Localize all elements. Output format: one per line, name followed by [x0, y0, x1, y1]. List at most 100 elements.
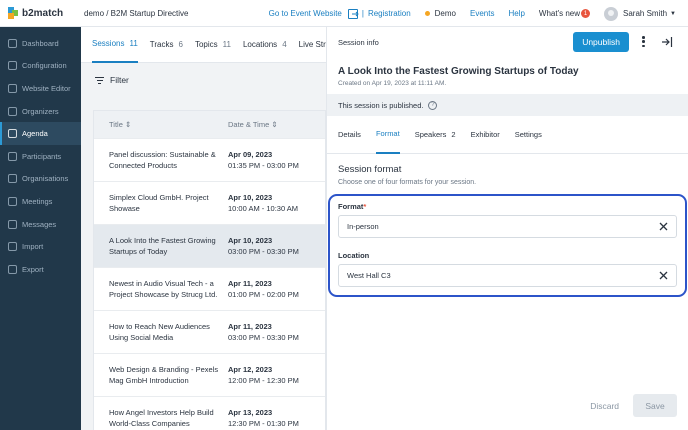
user-name[interactable]: Sarah Smith — [623, 9, 667, 18]
tab-settings[interactable]: Settings — [515, 116, 542, 154]
session-title-cell: Simplex Cloud GmbH. Project Showase — [109, 193, 209, 213]
panel-tabs: Details Format Speakers 2 Exhibitor Settings — [327, 116, 688, 154]
building-icon — [8, 174, 17, 184]
sidebar-item-label: Agenda — [22, 129, 48, 139]
panel-header: Session info Unpublish — [327, 27, 688, 57]
clear-location-icon[interactable] — [658, 270, 669, 281]
event-website-link[interactable]: Go to Event Website — [269, 9, 342, 18]
sort-icon: ⇕ — [124, 120, 132, 129]
sidebar-item-label: Meetings — [22, 196, 53, 206]
breadcrumb[interactable]: demo / B2M Startup Directive — [84, 9, 188, 18]
session-title-cell: How to Reach New Audiences Using Social … — [109, 322, 210, 342]
tab-label: Live Streams — [298, 40, 326, 49]
tab-exhibitor[interactable]: Exhibitor — [471, 116, 500, 154]
session-title-cell: A Look Into the Fastest Growing Startups… — [109, 236, 216, 256]
sidebar-item-label: Organizers — [22, 106, 59, 116]
location-select[interactable]: West Hall C3 — [338, 264, 677, 287]
table-row[interactable]: Panel discussion: Sustainable & Connecte… — [94, 138, 325, 181]
format-value: In-person — [347, 222, 379, 231]
table-row[interactable]: How Angel Investors Help Build World-Cla… — [94, 396, 325, 430]
tab-label: Details — [338, 130, 361, 139]
column-header-date[interactable]: Date & Time ⇕ — [228, 120, 278, 129]
panel-footer: Discard Save — [590, 394, 677, 417]
whats-new-badge: 1 — [581, 9, 591, 18]
save-button[interactable]: Save — [633, 394, 677, 417]
tab-sessions[interactable]: Sessions 11 — [92, 27, 138, 63]
column-header-title[interactable]: Title ⇕ — [94, 120, 228, 129]
session-title-cell: Newest in Audio Visual Tech - a Project … — [109, 279, 218, 299]
tab-label: Sessions — [92, 39, 125, 48]
format-label: Format* — [338, 202, 367, 211]
sidebar-item-meetings[interactable]: Meetings — [0, 190, 81, 213]
sidebar-item-dashboard[interactable]: Dashboard — [0, 32, 81, 55]
tab-format[interactable]: Format — [375, 116, 400, 154]
envelope-icon — [8, 219, 17, 229]
logo[interactable]: b2match — [0, 7, 80, 19]
sidebar-item-messages[interactable]: Messages — [0, 213, 81, 236]
sidebar-item-label: Dashboard — [22, 38, 59, 48]
tab-count: 11 — [129, 39, 138, 48]
table-row[interactable]: Simplex Cloud GmbH. Project Showase Apr 1… — [94, 181, 325, 224]
b2match-logo-icon — [8, 7, 18, 19]
tab-count: 11 — [222, 40, 231, 49]
dashboard-icon — [8, 38, 17, 48]
sidebar-item-organizers[interactable]: Organizers — [0, 100, 81, 123]
sidebar-item-label: Organisations — [22, 174, 69, 184]
table-row[interactable]: Newest in Audio Visual Tech - a Project … — [94, 267, 325, 310]
session-date: Apr 11, 2023 — [228, 279, 272, 288]
session-date-cell: Apr 12, 2023 12:00 PM - 12:30 PM — [228, 364, 299, 386]
session-date: Apr 12, 2023 — [228, 365, 273, 374]
tab-tracks[interactable]: Tracks 6 — [150, 27, 183, 63]
whats-new-link[interactable]: What's new — [539, 9, 580, 18]
tab-speakers[interactable]: Speakers 2 — [415, 116, 456, 154]
session-time: 03:00 PM - 03:30 PM — [228, 247, 299, 256]
tab-locations[interactable]: Locations 4 — [243, 27, 287, 63]
logo-text: b2match — [22, 7, 64, 19]
events-link[interactable]: Events — [470, 9, 494, 18]
tab-label: Exhibitor — [470, 130, 500, 139]
discard-button[interactable]: Discard — [590, 401, 619, 411]
chevron-down-icon[interactable]: ▼ — [670, 11, 676, 17]
info-icon[interactable]: ? — [428, 100, 438, 110]
help-link[interactable]: Help — [508, 9, 524, 18]
tab-details[interactable]: Details — [338, 116, 361, 154]
sidebar-item-label: Participants — [22, 151, 62, 161]
format-select[interactable]: In-person — [338, 215, 677, 238]
tab-live-streams[interactable]: Live Streams — [299, 27, 326, 63]
tab-topics[interactable]: Topics 11 — [195, 27, 231, 63]
table-row[interactable]: Web Design & Branding - Pexels Mag GmbH … — [94, 353, 325, 396]
sidebar-item-website-editor[interactable]: Website Editor — [0, 77, 81, 100]
sidebar-item-label: Export — [22, 264, 44, 274]
avatar[interactable] — [604, 6, 619, 21]
people-icon — [8, 151, 17, 161]
session-title-cell: Panel discussion: Sustainable & Connecte… — [109, 150, 216, 170]
import-icon — [8, 242, 17, 252]
location-value: West Hall C3 — [347, 271, 391, 280]
unpublish-button[interactable]: Unpublish — [573, 32, 629, 52]
external-link-icon[interactable] — [347, 8, 359, 19]
filter-icon — [95, 76, 104, 84]
filter-button[interactable]: Filter — [81, 63, 326, 97]
session-time: 10:00 AM - 10:30 AM — [228, 204, 299, 213]
sidebar-item-participants[interactable]: Participants — [0, 145, 81, 168]
sessions-table: Title ⇕ Date & Time ⇕ Panel discussion: … — [93, 110, 326, 430]
published-banner: This session is published. ? — [327, 94, 688, 116]
sidebar-item-agenda[interactable]: Agenda — [0, 122, 81, 145]
table-row[interactable]: How to Reach New Audiences Using Social … — [94, 310, 325, 353]
sidebar-item-export[interactable]: Export — [0, 258, 81, 281]
sidebar-item-organisations[interactable]: Organisations — [0, 168, 81, 191]
registration-link[interactable]: Registration — [368, 9, 411, 18]
sidebar-item-configuration[interactable]: Configuration — [0, 55, 81, 78]
tab-count: 2 — [451, 130, 456, 139]
more-options-icon[interactable] — [642, 36, 646, 48]
tab-label: Locations — [242, 40, 278, 49]
sidebar-item-import[interactable]: Import — [0, 235, 81, 258]
tab-label: Settings — [514, 130, 542, 139]
session-title-cell: Web Design & Branding - Pexels Mag GmbH … — [109, 365, 219, 385]
clear-format-icon[interactable] — [658, 221, 669, 232]
table-header: Title ⇕ Date & Time ⇕ — [94, 111, 325, 138]
demo-label[interactable]: Demo — [435, 9, 456, 18]
collapse-panel-icon[interactable] — [661, 36, 673, 48]
tab-count: 4 — [282, 40, 287, 49]
table-row[interactable]: A Look Into the Fastest Growing Startups… — [94, 224, 325, 267]
